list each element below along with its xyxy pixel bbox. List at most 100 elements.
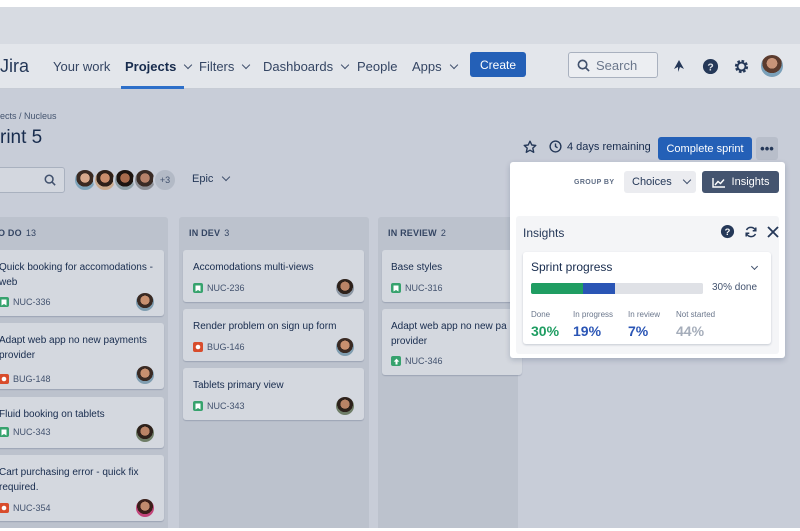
progress-segment [531,283,583,294]
close-icon[interactable] [767,225,779,243]
nav-your-work-label: Your work [53,59,111,74]
insights-content: Insights ? Sprint progress 30% done Done… [516,216,779,354]
issue-card[interactable]: Fluid booking on tablets NUC-343 [0,397,164,448]
days-remaining: 4 days remaining [567,141,651,153]
issue-card[interactable]: Accomodations multi-views NUC-236 [183,250,364,302]
card-key: NUC-343 [0,427,51,437]
stat-value: 44% [676,323,705,339]
progress-segment [627,283,703,294]
card-summary: Fluid booking on tablets [0,409,105,420]
progress-segment [615,283,628,294]
nav-filters-label: Filters [199,59,235,74]
stat-done: Done 30% [531,310,559,339]
card-summary: Base styles [391,262,443,273]
help-icon[interactable]: ? [720,224,735,244]
nav-projects-label: Projects [125,59,177,74]
issue-card[interactable]: Adapt web app no new payments provider B… [0,323,164,389]
chevron-down-icon [449,60,458,69]
assignee-avatar[interactable] [336,397,354,415]
issue-card[interactable]: Cart purchasing error - quick fix requir… [0,455,164,521]
nav-your-work[interactable]: Your work [53,59,110,74]
card-key-text: NUC-346 [405,356,443,366]
nav-dashboards[interactable]: Dashboards [263,59,350,74]
chevron-down-icon [340,60,350,69]
search-placeholder: Search [596,57,638,73]
group-by-select[interactable]: Choices [624,171,696,193]
assignee-avatar[interactable] [136,424,154,442]
assignee-avatar[interactable] [336,279,354,297]
card-summary: Cart purchasing error - quick fix requir… [0,467,139,493]
card-summary: Accomodations multi-views [193,262,314,273]
column-header: IN REVIEW 2 [388,228,446,238]
sprint-progress-title: Sprint progress [531,260,613,274]
card-summary: Quick booking for accomodations - web [0,262,153,288]
create-button[interactable]: Create [470,52,526,77]
issue-card[interactable]: Tablets primary view NUC-343 [183,368,364,420]
progress-segment [582,283,616,294]
profile-avatar[interactable] [759,53,785,79]
nav-people-label: People [357,59,398,74]
search-icon [44,174,56,186]
nav-apps[interactable]: Apps [412,59,458,74]
issue-card[interactable]: Base styles NUC-316 [382,250,522,302]
stat-value: 7% [628,323,649,339]
complete-sprint-button[interactable]: Complete sprint [658,137,752,160]
improvement-icon [391,356,401,366]
nav-people[interactable]: People [357,59,397,74]
nav-projects[interactable]: Projects [125,59,193,74]
story-icon [193,283,203,293]
breadcrumb[interactable]: ects / Nucleus [0,111,57,121]
more-options-button[interactable]: ••• [756,137,778,160]
chevron-down-icon [682,175,691,185]
assignee-avatar[interactable] [336,338,354,356]
help-icon[interactable]: ? [700,56,720,76]
board-column-todo: O DO 13 Quick booking for accomodations -… [0,217,168,528]
story-icon [391,283,401,293]
column-count: 2 [440,228,447,238]
more-icon: ••• [760,141,774,156]
card-key: NUC-343 [193,401,245,411]
insights-button[interactable]: Insights [702,171,779,193]
column-header: O DO 13 [0,228,36,238]
card-key: NUC-346 [391,356,443,366]
card-key: NUC-354 [0,503,51,513]
card-key-text: NUC-316 [405,283,443,293]
star-icon[interactable] [523,140,537,159]
search-input[interactable]: Search [568,52,658,78]
sprint-progress-card: Sprint progress 30% done Done 30% In pro… [523,252,771,344]
refresh-icon[interactable] [744,225,758,244]
nav-apps-label: Apps [412,59,442,74]
more-avatars-badge[interactable]: +3 [153,168,177,192]
search-icon [577,59,590,72]
board-search-input[interactable] [0,167,65,193]
stat-label: Not started [676,310,716,319]
card-key-text: NUC-336 [13,297,51,307]
card-key-text: NUC-343 [207,401,245,411]
nav-filters[interactable]: Filters [199,59,251,74]
issue-card[interactable]: Adapt web app no new pa provider NUC-346 [382,309,522,375]
assignee-avatar[interactable] [136,366,154,384]
card-key: NUC-236 [193,283,245,293]
jira-logo[interactable]: Jira [0,56,29,77]
assignee-avatar[interactable] [136,293,154,311]
assignee-avatar[interactable] [136,499,154,517]
card-key: NUC-316 [391,283,443,293]
epic-filter[interactable]: Epic [192,172,231,185]
stat-label: Done [531,310,551,319]
notification-icon[interactable] [669,56,689,76]
stat-not-started: Not started 44% [676,310,715,339]
chevron-down-icon[interactable] [750,262,759,271]
svg-text:?: ? [725,227,731,237]
app-frame: Jira Your work Projects Filters Dashboar… [0,7,800,528]
issue-card[interactable]: Quick booking for accomodations - web NU… [0,250,164,316]
stat-label: In progress [573,310,614,319]
bug-icon [0,374,9,384]
svg-text:?: ? [707,62,713,73]
epic-filter-label: Epic [192,173,214,185]
issue-card[interactable]: Render problem on sign up form BUG-146 [183,309,364,361]
group-by-value: Choices [632,176,672,188]
board-column-in-dev: IN DEV 3 Accomodations multi-views NUC-23… [179,217,369,528]
bug-icon [193,342,203,352]
settings-icon[interactable] [731,56,751,76]
column-title: IN REVIEW [388,228,437,238]
